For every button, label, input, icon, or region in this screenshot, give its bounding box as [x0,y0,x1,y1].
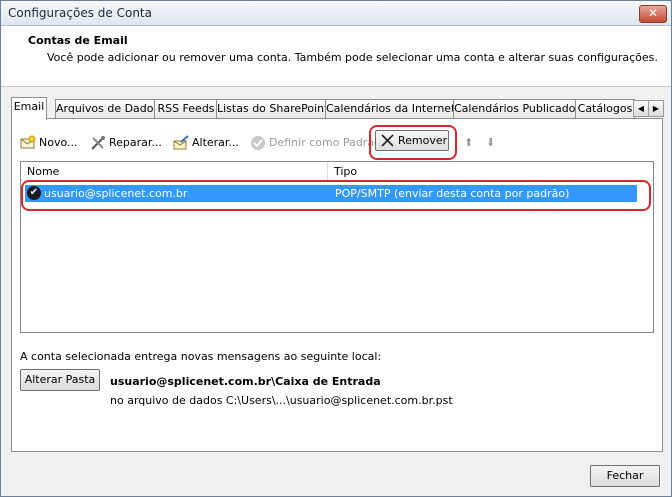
email-tab-panel: Novo... Reparar... Alterar... Definir co… [11,118,663,452]
tab-internet-calendars[interactable]: Calendários da Internet [325,99,455,119]
tab-catalogs[interactable]: Catálogos [575,99,635,119]
account-toolbar: Novo... Reparar... Alterar... Definir co… [20,133,650,153]
new-mail-icon [20,135,36,149]
new-account-button[interactable]: Novo... [20,133,78,153]
tab-scroll-right-icon[interactable]: ▶ [648,100,664,117]
account-list: Nome Tipo ✔ usuario@splicenet.com.br POP… [20,161,654,333]
close-icon[interactable]: ✕ [639,5,667,23]
default-account-check-icon: ✔ [27,186,41,200]
default-check-icon [251,136,265,150]
remove-label: Remover [398,134,448,147]
column-type-header[interactable]: Tipo [334,165,357,178]
new-account-label: Novo... [39,136,78,149]
column-separator[interactable] [327,162,328,180]
account-settings-dialog: Configurações de Conta ✕ Contas de Email… [0,0,672,497]
column-name-header[interactable]: Nome [27,165,59,178]
tab-strip: Email Arquivos de Dados RSS Feeds Listas… [11,97,664,120]
tab-scroll-left-icon[interactable]: ◀ [633,100,649,117]
move-up-icon[interactable]: ⬆ [464,133,473,153]
dialog-header: Contas de Email Você pode adicionar ou r… [1,26,671,87]
close-button[interactable]: Fechar [590,465,660,487]
tab-sharepoint-lists[interactable]: Listas do SharePoint [216,99,327,119]
remove-x-icon [381,134,394,147]
repair-tools-icon [91,136,105,150]
account-name: usuario@splicenet.com.br [44,187,188,200]
set-default-label: Definir como Padrão [269,136,381,149]
tab-published-calendars[interactable]: Calendários Publicados [453,99,577,119]
repair-label: Reparar... [109,136,162,149]
move-down-icon[interactable]: ⬇ [486,133,495,153]
delivery-info-text: A conta selecionada entrega novas mensag… [20,350,382,363]
data-file-path: no arquivo de dados C:\Users\...\usuario… [110,394,453,407]
repair-button[interactable]: Reparar... [90,133,162,153]
set-default-button[interactable]: Definir como Padrão [250,133,381,153]
delivery-folder-path: usuario@splicenet.com.br\Caixa de Entrad… [110,375,381,388]
list-header: Nome Tipo [21,162,653,181]
remove-button[interactable]: Remover [375,130,449,151]
header-description: Você pode adicionar ou remover uma conta… [47,51,658,64]
account-type: POP/SMTP (enviar desta conta por padrão) [335,187,570,200]
change-account-icon [173,135,189,150]
window-title: Configurações de Conta [8,6,152,20]
change-button[interactable]: Alterar... [173,133,239,153]
title-bar: Configurações de Conta ✕ [1,1,671,26]
table-row[interactable]: ✔ usuario@splicenet.com.br POP/SMTP (env… [25,185,637,202]
tab-rss-feeds[interactable]: RSS Feeds [154,99,218,119]
change-folder-button[interactable]: Alterar Pasta [20,369,100,391]
tab-email[interactable]: Email [11,97,47,120]
tab-data-files[interactable]: Arquivos de Dados [55,99,156,119]
change-label: Alterar... [192,136,239,149]
header-title: Contas de Email [28,34,128,47]
